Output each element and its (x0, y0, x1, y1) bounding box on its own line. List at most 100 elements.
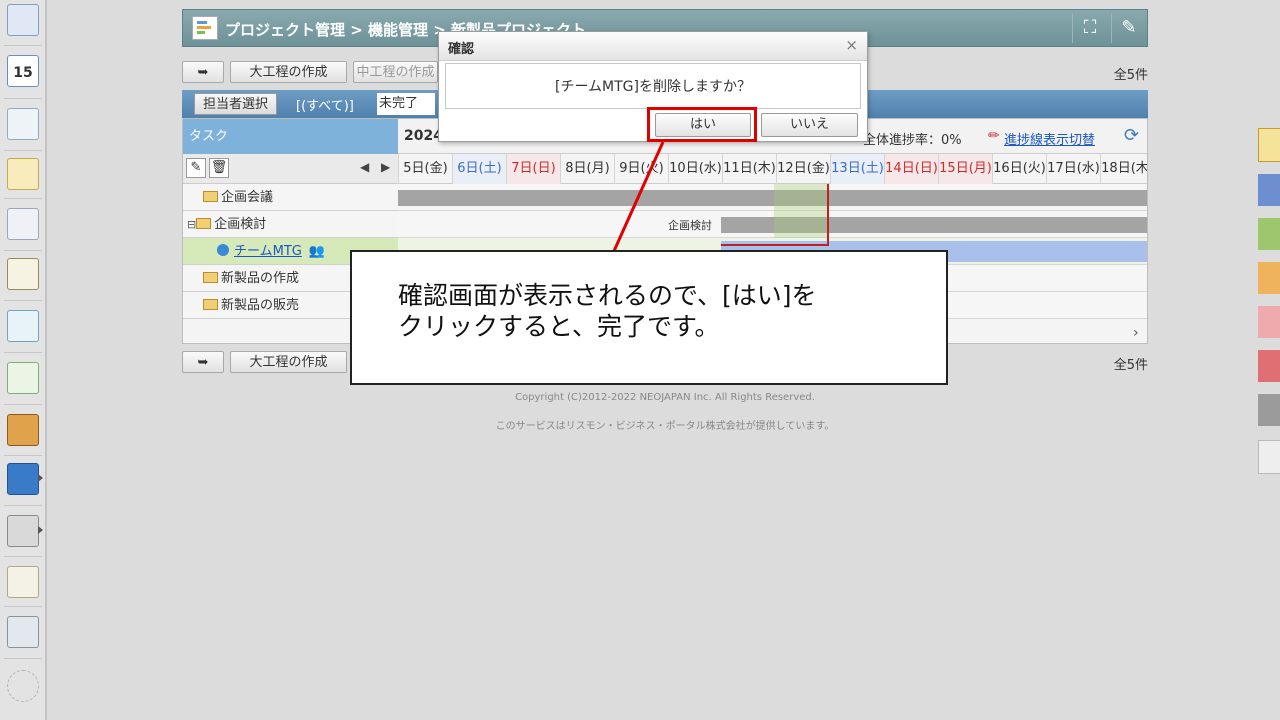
sidebar-divider (4, 404, 42, 405)
task-name: 企画会議 (221, 190, 274, 205)
neo-app-icon[interactable] (7, 463, 39, 495)
web-link-icon[interactable] (7, 616, 39, 648)
copyright-text: Copyright (C)2012-2022 NEOJAPAN Inc. All… (515, 392, 815, 403)
task-column-header: タスク (183, 119, 398, 154)
sidebar-divider (4, 250, 42, 251)
collapse-icon[interactable]: ⊟ (183, 218, 196, 231)
no-button[interactable]: いいえ (761, 113, 858, 137)
fullscreen-icon[interactable]: ⛶ (1072, 13, 1107, 43)
expand-arrow-icon[interactable] (38, 474, 43, 482)
day-header: 9日(火) (614, 154, 668, 184)
folder-icon (203, 191, 218, 202)
binder-icon[interactable] (7, 414, 39, 446)
color-chip-pink[interactable] (1258, 306, 1280, 338)
day-header: 6日(土) (452, 154, 506, 184)
scroll-right-icon[interactable]: ▶ (381, 160, 390, 174)
gantt-app-icon (192, 16, 218, 40)
dates-row: 5日(金) 6日(土) 7日(日) 8日(月) 9日(火) 10日(水) 11日(木) 12日… (398, 154, 1147, 184)
sidebar-divider (4, 556, 42, 557)
settings-gear-icon[interactable] (7, 670, 39, 702)
create-major-process-button[interactable]: 大工程の作成 (230, 351, 347, 373)
app-sidebar: 15 (0, 0, 47, 720)
recycle-icon[interactable] (7, 362, 39, 394)
color-chip-gray[interactable] (1258, 394, 1280, 426)
sticky-note-icon[interactable] (1258, 128, 1280, 162)
edit-pencil-icon[interactable]: ✎ (186, 158, 206, 178)
board-icon[interactable] (7, 208, 39, 240)
total-count: 全5件 (1113, 358, 1148, 373)
sidebar-divider (4, 352, 42, 353)
sidebar-divider (4, 45, 42, 46)
folder-icon[interactable] (7, 515, 39, 547)
task-row[interactable]: 企画会議 (183, 184, 398, 211)
color-chip-blue[interactable] (1258, 174, 1280, 206)
day-header: 10日(水) (668, 154, 722, 184)
sidebar-divider (4, 198, 42, 199)
report-icon[interactable] (7, 108, 39, 140)
app-launcher-icon[interactable] (7, 566, 39, 598)
scroll-left-icon[interactable]: ◀ (360, 160, 369, 174)
color-chip-red[interactable] (1258, 350, 1280, 382)
callout-text: 確認画面が表示されるので、[はい]を クリックすると、完了です。 (398, 280, 878, 342)
day-header: 5日(金) (398, 154, 452, 184)
dialog-header: 確認 × (439, 32, 867, 61)
calendar-day-text: 15 (13, 65, 33, 81)
day-header: 7日(日) (506, 154, 560, 184)
dialog-title: 確認 (448, 42, 475, 57)
day-header: 11日(木) (722, 154, 776, 184)
dialog-message: [チームMTG]を削除しますか？ (445, 63, 861, 109)
task-status-icon (217, 244, 229, 256)
day-header: 18日(木) (1100, 154, 1147, 184)
refresh-icon[interactable]: ⟳ (1124, 125, 1139, 146)
progress-line-pencil-icon: ✏ (988, 128, 1000, 144)
color-chip-orange[interactable] (1258, 262, 1280, 294)
day-header: 17日(水) (1046, 154, 1100, 184)
chart-row (398, 184, 1147, 211)
day-header: 16日(火) (992, 154, 1046, 184)
provider-text: このサービスはリスモン・ビジネス・ポータル株式会社が提供しています。 (495, 421, 835, 432)
task-name: 企画検討 (214, 217, 267, 232)
expand-arrow-icon[interactable] (38, 526, 43, 534)
wrench-settings-icon[interactable]: ✎ (1111, 13, 1146, 43)
task-link[interactable]: チームMTG (234, 244, 302, 259)
callout-line-1: 確認画面が表示されるので、[はい]を (398, 281, 817, 310)
today-line (827, 184, 829, 246)
task-bar[interactable] (398, 190, 1147, 206)
status-select[interactable]: 未完了 (377, 93, 435, 115)
trash-icon[interactable]: 🗑 (209, 158, 229, 178)
folder-open-icon (196, 218, 212, 229)
today-highlight (774, 184, 828, 238)
day-header: 12日(金) (776, 154, 830, 184)
members-icon: 👥 (308, 244, 326, 259)
total-count: 全5件 (1113, 68, 1148, 83)
overall-progress: 全体進捗率：0% (863, 133, 962, 148)
bar-label: 企画検討 (668, 219, 712, 232)
instruction-callout: 確認画面が表示されるので、[はい]を クリックすると、完了です。 (350, 250, 948, 385)
create-middle-process-button[interactable]: 中工程の作成 (353, 61, 438, 83)
assignee-select-button[interactable]: 担当者選択 (194, 93, 278, 115)
create-major-process-button[interactable]: 大工程の作成 (230, 61, 347, 83)
close-icon[interactable]: × (845, 36, 858, 54)
chart-row: 企画検討 (398, 211, 1147, 238)
progress-line-toggle-link[interactable]: 進捗線表示切替 (1004, 129, 1095, 148)
day-header: 15日(月) (938, 154, 992, 184)
back-button[interactable]: ➥ (182, 351, 224, 373)
task-name: 新製品の作成 (221, 271, 300, 286)
memo-icon[interactable] (7, 158, 39, 190)
sidebar-divider (4, 505, 42, 506)
color-chip-green[interactable] (1258, 218, 1280, 250)
pencil-icon[interactable] (1258, 440, 1280, 474)
callout-line-2: クリックすると、完了です。 (398, 312, 720, 341)
day-header: 13日(土) (830, 154, 884, 184)
back-button[interactable]: ➥ (182, 61, 224, 83)
task-row[interactable]: ⊟ 企画検討 (183, 211, 398, 238)
task-tool-row: ✎ 🗑 ◀ ▶ (183, 154, 398, 184)
calendar-icon[interactable]: 15 (7, 55, 39, 87)
search-document-icon[interactable] (7, 310, 39, 342)
sidebar-divider (4, 606, 42, 607)
sidebar-divider (4, 455, 42, 456)
portal-icon[interactable] (7, 4, 39, 36)
day-header: 14日(日) (884, 154, 938, 184)
clipboard-icon[interactable] (7, 258, 39, 290)
scroll-right-arrow-icon[interactable]: › (1133, 325, 1139, 341)
